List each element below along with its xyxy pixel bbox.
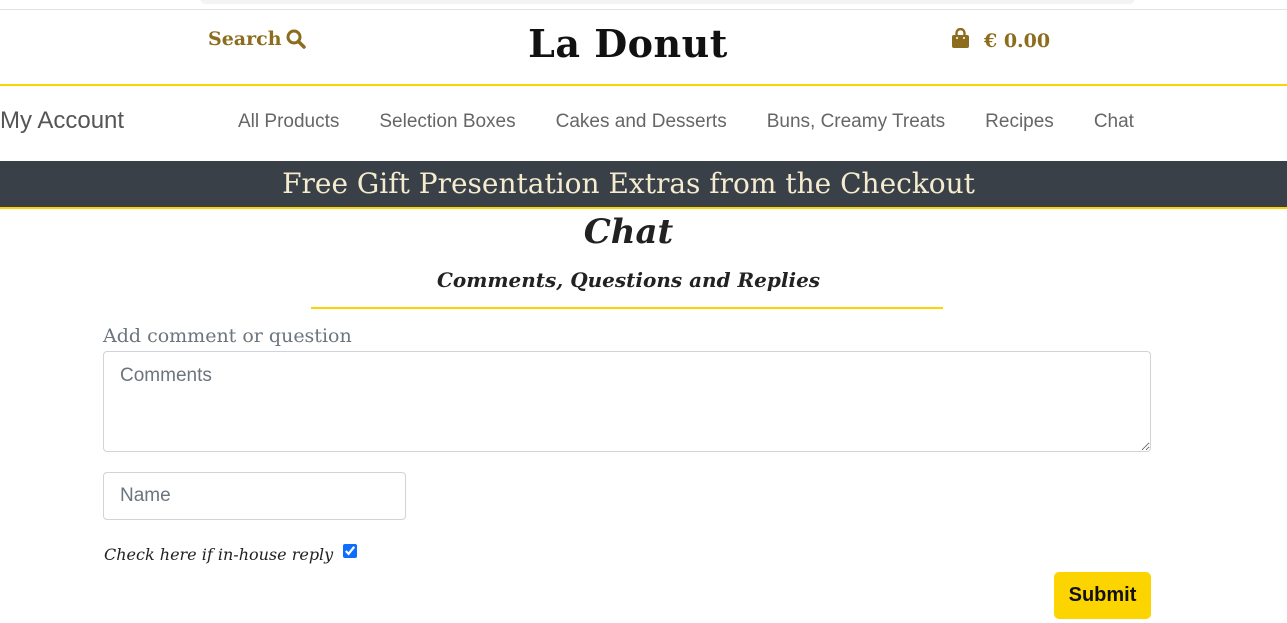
promo-banner: Free Gift Presentation Extras from the C… — [0, 161, 1287, 209]
nav-selection-boxes[interactable]: Selection Boxes — [379, 111, 515, 133]
nav-buns-creamy-treats[interactable]: Buns, Creamy Treats — [767, 111, 945, 133]
inhouse-reply-label: Check here if in-house reply — [104, 545, 334, 564]
title-divider — [311, 307, 943, 309]
page-title: Chat — [583, 212, 674, 252]
nav-recipes[interactable]: Recipes — [985, 111, 1054, 133]
inhouse-reply-checkbox[interactable] — [343, 543, 358, 558]
browser-top-strip — [0, 0, 1287, 10]
submit-button[interactable]: Submit — [1054, 572, 1151, 619]
brand-logo[interactable]: La Donut — [0, 21, 1256, 66]
shopping-bag-icon — [951, 27, 970, 54]
nav-cakes-and-desserts[interactable]: Cakes and Desserts — [556, 111, 727, 133]
nav-links: All Products Selection Boxes Cakes and D… — [238, 111, 1134, 133]
cart-link[interactable]: € 0.00 — [951, 27, 1051, 54]
name-input[interactable] — [103, 472, 406, 520]
comments-textarea[interactable] — [103, 351, 1151, 452]
main-nav: My Account All Products Selection Boxes … — [0, 86, 1287, 161]
inhouse-reply-row: Check here if in-house reply — [104, 543, 358, 564]
promo-banner-text: Free Gift Presentation Extras from the C… — [282, 167, 975, 200]
cart-total: € 0.00 — [984, 30, 1051, 52]
nav-chat[interactable]: Chat — [1094, 111, 1134, 133]
page-subtitle: Comments, Questions and Replies — [436, 268, 821, 292]
nav-all-products[interactable]: All Products — [238, 111, 339, 133]
my-account-link[interactable]: My Account — [0, 107, 124, 135]
site-header: Search La Donut € 0.00 — [0, 11, 1287, 86]
browser-address-bar — [200, 0, 1135, 4]
comment-field-label: Add comment or question — [103, 325, 352, 347]
